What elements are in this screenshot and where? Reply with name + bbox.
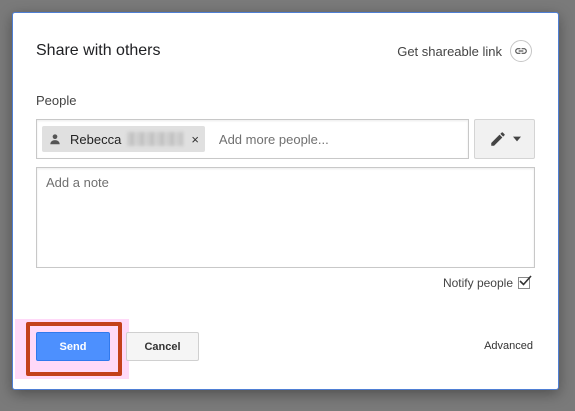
note-textarea[interactable] (36, 167, 535, 268)
cancel-button[interactable]: Cancel (126, 332, 199, 361)
dialog-title: Share with others (36, 42, 161, 59)
get-shareable-link[interactable]: Get shareable link (397, 40, 532, 62)
notify-label: Notify people (442, 276, 513, 290)
add-people-input[interactable] (216, 130, 451, 148)
people-field[interactable]: Rebecca × (36, 119, 469, 159)
caret-down-icon (512, 136, 521, 142)
notify-people-option[interactable]: Notify people (442, 275, 532, 290)
advanced-link[interactable]: Advanced (484, 340, 533, 352)
recipient-name: Rebecca (70, 131, 122, 147)
checkmark-icon (519, 275, 532, 286)
link-icon[interactable] (510, 40, 532, 62)
send-button[interactable]: Send (36, 332, 110, 361)
pencil-icon (490, 132, 505, 146)
permission-dropdown-button[interactable] (474, 119, 535, 159)
share-dialog: Share with others Get shareable link Peo… (12, 12, 559, 390)
notify-checkbox[interactable] (518, 275, 532, 289)
recipient-chip[interactable]: Rebecca × (42, 126, 205, 152)
remove-recipient-icon[interactable]: × (191, 132, 199, 147)
share-link-label: Get shareable link (397, 43, 502, 59)
redacted-surname (127, 132, 184, 146)
person-icon (50, 134, 60, 145)
people-label: People (36, 93, 77, 108)
